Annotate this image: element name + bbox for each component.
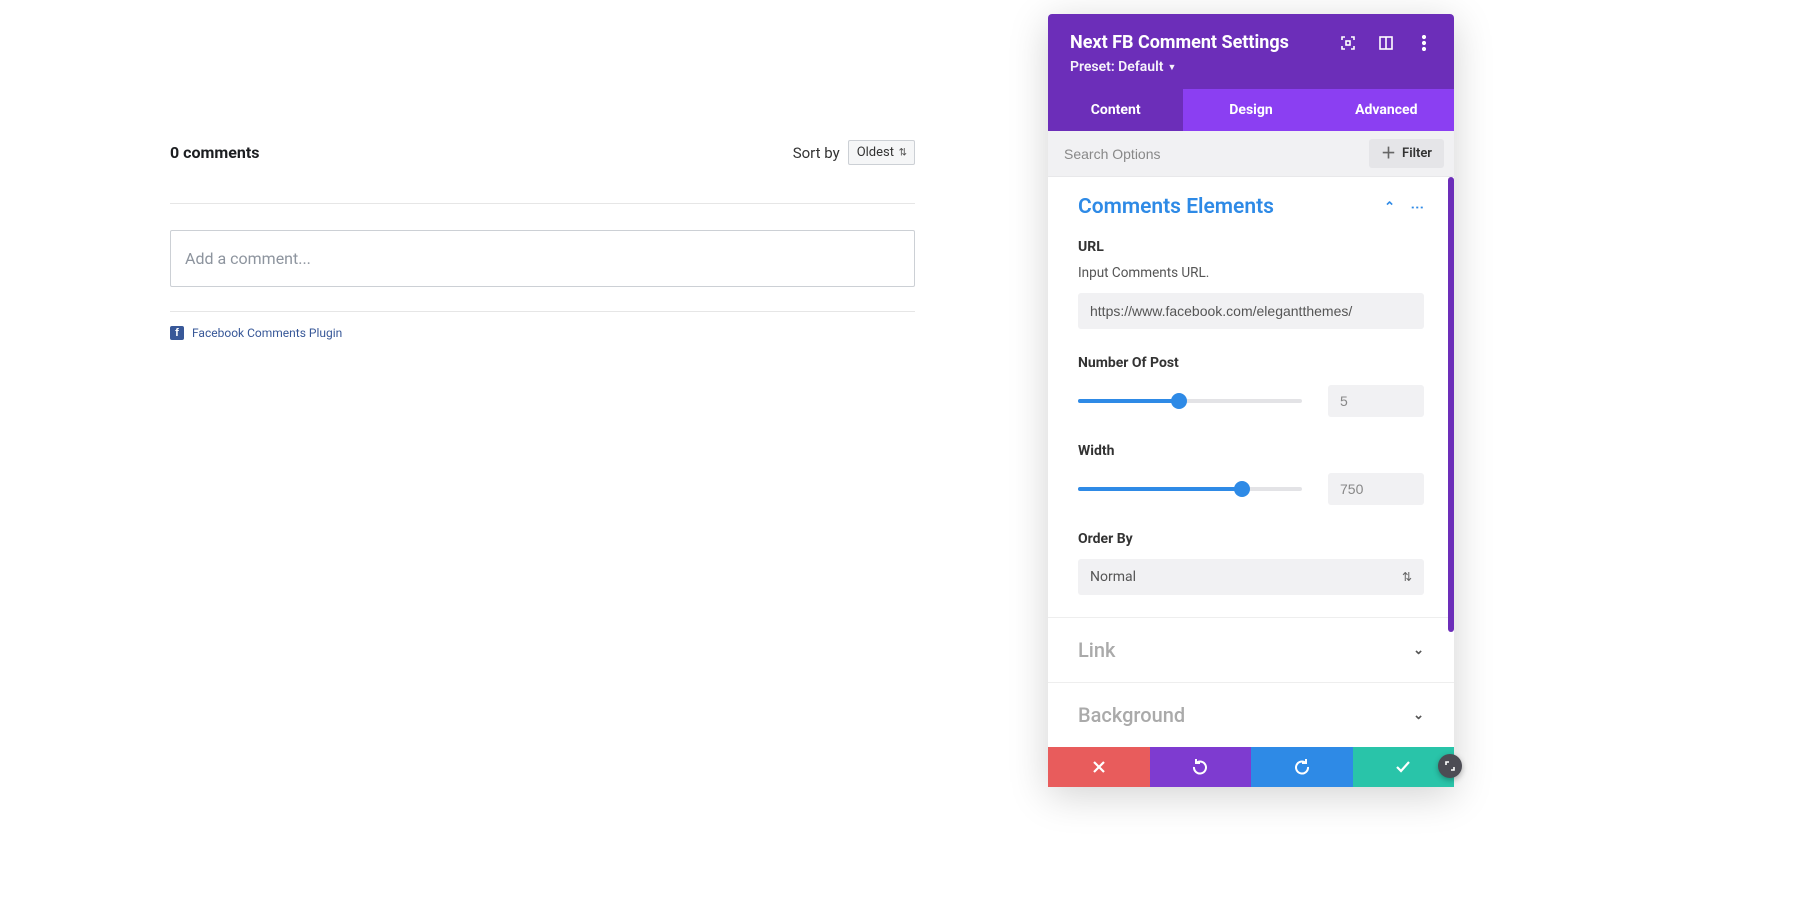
width-control [1078,473,1424,505]
slider-thumb[interactable] [1171,393,1187,409]
comments-preview: 0 comments Sort by Oldest ⇅ Add a commen… [170,140,915,340]
number-of-post-slider[interactable] [1078,399,1302,403]
section-background[interactable]: Background ⌄ [1048,682,1454,747]
filter-label: Filter [1402,146,1432,161]
chevron-down-icon: ⌄ [1413,708,1424,723]
chevron-down-icon: ⌄ [1413,643,1424,658]
more-options-icon[interactable] [1416,35,1432,51]
scrollbar[interactable] [1448,177,1454,632]
plus-icon: ＋ [1381,146,1396,161]
preview-top: 0 comments Sort by Oldest ⇅ [170,140,915,204]
search-row: ＋ Filter [1048,131,1454,177]
tab-advanced[interactable]: Advanced [1319,89,1454,131]
number-of-post-control [1078,385,1424,417]
select-caret-icon: ⇅ [1402,570,1412,584]
number-of-post-label: Number Of Post [1078,355,1424,371]
preset-selector[interactable]: Preset: Default ▼ [1070,59,1176,75]
tab-bar: Content Design Advanced [1048,89,1454,131]
sort-by: Sort by Oldest ⇅ [793,140,915,165]
order-by-label: Order By [1078,531,1424,547]
width-label: Width [1078,443,1424,459]
action-bar [1048,747,1454,787]
slider-thumb[interactable] [1234,481,1250,497]
undo-button[interactable] [1150,747,1252,787]
url-input[interactable] [1078,293,1424,329]
caret-down-icon: ▼ [1167,62,1176,73]
preview-footer: f Facebook Comments Plugin [170,311,915,340]
panel-header: Next FB Comment Settings Preset: Default… [1048,14,1454,89]
width-slider[interactable] [1078,487,1302,491]
sort-selected-value: Oldest [857,145,894,160]
order-by-value: Normal [1090,569,1136,585]
tab-content[interactable]: Content [1048,89,1183,131]
facebook-icon: f [170,326,184,340]
panel-title: Next FB Comment Settings [1070,32,1289,53]
section-comments-elements: URL Input Comments URL. Number Of Post W… [1048,227,1454,617]
redo-button[interactable] [1251,747,1353,787]
preset-label: Preset: Default [1070,59,1163,75]
filter-button[interactable]: ＋ Filter [1369,139,1444,168]
width-value[interactable] [1328,473,1424,505]
sort-by-select[interactable]: Oldest ⇅ [848,140,915,165]
section-title: Link [1078,638,1115,662]
split-view-icon[interactable] [1378,35,1394,51]
fb-comments-plugin-link[interactable]: Facebook Comments Plugin [192,326,342,340]
section-link[interactable]: Link ⌄ [1048,617,1454,682]
resize-handle[interactable] [1438,754,1462,778]
section-comments-elements-header[interactable]: Comments Elements ⌃ ⋮ [1048,177,1454,227]
add-comment-input[interactable]: Add a comment... [170,230,915,287]
focus-icon[interactable] [1340,35,1356,51]
section-title: Comments Elements [1078,195,1274,219]
panel-body: Comments Elements ⌃ ⋮ URL Input Comments… [1048,177,1454,747]
tab-design[interactable]: Design [1183,89,1318,131]
section-title: Background [1078,703,1185,727]
cancel-button[interactable] [1048,747,1150,787]
url-hint: Input Comments URL. [1078,265,1424,281]
sort-caret-icon: ⇅ [899,147,907,158]
url-label: URL [1078,239,1424,255]
section-more-icon[interactable]: ⋮ [1409,201,1424,213]
search-input[interactable] [1048,132,1369,176]
number-of-post-value[interactable] [1328,385,1424,417]
order-by-select[interactable]: Normal ⇅ [1078,559,1424,595]
chevron-up-icon[interactable]: ⌃ [1384,200,1395,215]
settings-panel: Next FB Comment Settings Preset: Default… [1048,14,1454,787]
sort-by-label: Sort by [793,144,840,162]
comments-count: 0 comments [170,143,259,162]
header-actions [1340,35,1432,51]
